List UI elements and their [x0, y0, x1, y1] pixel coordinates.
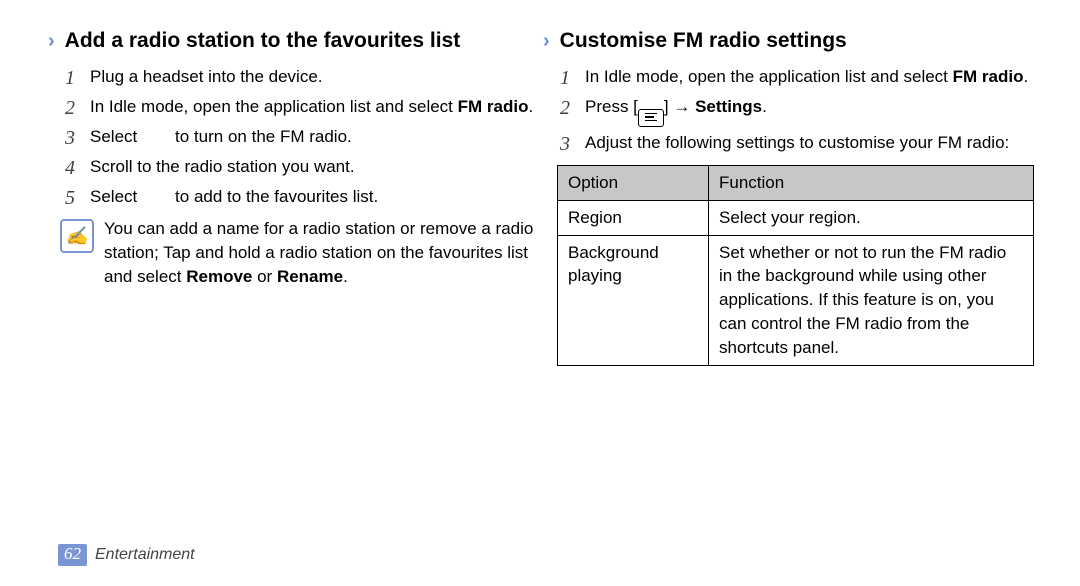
table-row: Region Select your region. — [558, 200, 1034, 235]
list-item: 4 Scroll to the radio station you want. — [62, 155, 539, 181]
text-fragment: ] → — [664, 97, 695, 116]
table-header-row: Option Function — [558, 165, 1034, 200]
right-steps: 1 In Idle mode, open the application lis… — [557, 65, 1034, 157]
chevron-icon: › — [48, 29, 55, 53]
table-cell: Background playing — [558, 235, 709, 365]
left-heading: › Add a radio station to the favourites … — [48, 28, 539, 53]
settings-table: Option Function Region Select your regio… — [557, 165, 1034, 366]
table-header: Function — [709, 165, 1034, 200]
chevron-icon: › — [543, 29, 550, 53]
note-block: ✍ You can add a name for a radio station… — [60, 217, 539, 289]
text-fragment: . — [343, 267, 348, 286]
menu-key-icon — [638, 109, 664, 127]
text-fragment: . — [762, 97, 767, 116]
step-text: Press [ ] → Settings. — [585, 95, 1034, 127]
note-icon: ✍ — [60, 219, 94, 253]
step-number: 1 — [557, 65, 573, 91]
step-number: 2 — [557, 95, 573, 121]
list-item: 2 In Idle mode, open the application lis… — [62, 95, 539, 121]
text-fragment: Select — [90, 187, 142, 206]
text-fragment: . — [1023, 67, 1028, 86]
content-columns: › Add a radio station to the favourites … — [0, 0, 1080, 366]
text-fragment: In Idle mode, open the application list … — [90, 97, 458, 116]
table-cell: Set whether or not to run the FM radio i… — [709, 235, 1034, 365]
section-name: Entertainment — [95, 546, 195, 564]
bold-text: Remove — [186, 267, 252, 286]
left-heading-text: Add a radio station to the favourites li… — [65, 28, 461, 53]
step-number: 5 — [62, 185, 78, 211]
step-number: 3 — [557, 131, 573, 157]
step-number: 3 — [62, 125, 78, 151]
step-text: Select to add to the favourites list. — [90, 185, 539, 210]
right-column: › Customise FM radio settings 1 In Idle … — [557, 28, 1034, 366]
step-number: 1 — [62, 65, 78, 91]
manual-page: › Add a radio station to the favourites … — [0, 0, 1080, 586]
step-number: 2 — [62, 95, 78, 121]
text-fragment: Press [ — [585, 97, 638, 116]
note-text: You can add a name for a radio station o… — [104, 217, 539, 289]
step-text: In Idle mode, open the application list … — [585, 65, 1034, 90]
text-fragment: In Idle mode, open the application list … — [585, 67, 953, 86]
list-item: 3 Adjust the following settings to custo… — [557, 131, 1034, 157]
list-item: 2 Press [ ] → Settings. — [557, 95, 1034, 127]
text-fragment: or — [252, 267, 277, 286]
text-fragment: Select — [90, 127, 142, 146]
text-fragment: to add to the favourites list. — [170, 187, 378, 206]
table-cell: Region — [558, 200, 709, 235]
list-item: 5 Select to add to the favourites list. — [62, 185, 539, 211]
bold-text: Rename — [277, 267, 343, 286]
step-number: 4 — [62, 155, 78, 181]
page-number: 62 — [58, 544, 87, 566]
list-item: 1 In Idle mode, open the application lis… — [557, 65, 1034, 91]
text-fragment: . — [528, 97, 533, 116]
left-steps: 1 Plug a headset into the device. 2 In I… — [62, 65, 539, 211]
right-heading-text: Customise FM radio settings — [560, 28, 847, 53]
step-text: In Idle mode, open the application list … — [90, 95, 539, 120]
bold-text: FM radio — [458, 97, 529, 116]
list-item: 3 Select to turn on the FM radio. — [62, 125, 539, 151]
table-header: Option — [558, 165, 709, 200]
table-cell: Select your region. — [709, 200, 1034, 235]
right-heading: › Customise FM radio settings — [543, 28, 1034, 53]
step-text: Plug a headset into the device. — [90, 65, 539, 90]
page-footer: 62 Entertainment — [58, 544, 195, 566]
step-text: Adjust the following settings to customi… — [585, 131, 1034, 156]
left-column: › Add a radio station to the favourites … — [62, 28, 539, 366]
bold-text: Settings — [695, 97, 762, 116]
text-fragment: to turn on the FM radio. — [170, 127, 351, 146]
list-item: 1 Plug a headset into the device. — [62, 65, 539, 91]
bold-text: FM radio — [953, 67, 1024, 86]
table-row: Background playing Set whether or not to… — [558, 235, 1034, 365]
step-text: Select to turn on the FM radio. — [90, 125, 539, 150]
step-text: Scroll to the radio station you want. — [90, 155, 539, 180]
